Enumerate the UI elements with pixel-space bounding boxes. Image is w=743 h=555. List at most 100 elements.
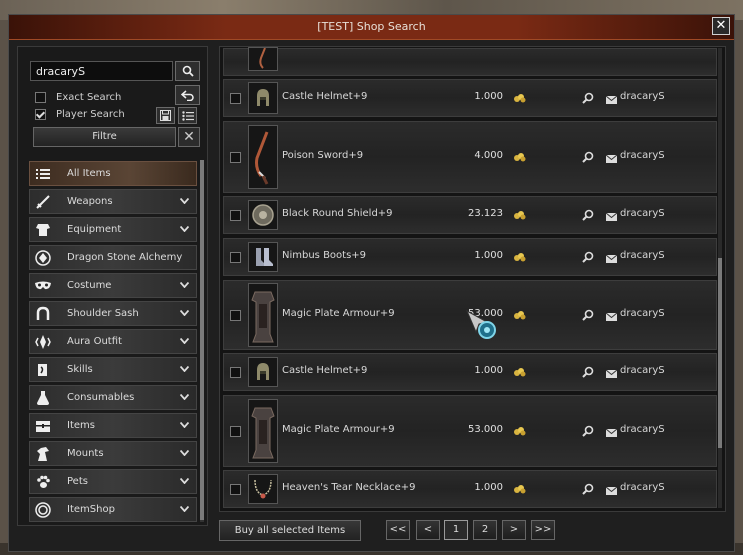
category-label: Items: [67, 420, 95, 431]
listing-row[interactable]: Castle Helmet+9 1.000 dracaryS: [223, 353, 717, 391]
category-dragon-stone-alchemy[interactable]: Dragon Stone Alchemy: [29, 245, 197, 270]
chevron-down-icon[interactable]: [179, 505, 190, 515]
search-input[interactable]: [30, 61, 173, 81]
listing-row[interactable]: Poison Sword+9 4.000 dracaryS: [223, 121, 717, 193]
inspect-icon[interactable]: [582, 425, 594, 440]
close-icon: ✕: [715, 18, 727, 33]
chevron-down-icon[interactable]: [179, 393, 190, 403]
category-items[interactable]: Items: [29, 413, 197, 438]
chevron-down-icon[interactable]: [179, 477, 190, 487]
category-all-items[interactable]: All Items: [29, 161, 197, 186]
gold-icon: [513, 367, 527, 380]
mail-icon[interactable]: [605, 94, 618, 107]
clear-filter-button[interactable]: ✕: [178, 127, 200, 147]
chevron-down-icon[interactable]: [179, 365, 190, 375]
category-label: Pets: [67, 476, 88, 487]
category-equipment[interactable]: Equipment: [29, 217, 197, 242]
row-select-checkbox[interactable]: [230, 310, 241, 321]
chest-icon: [32, 415, 54, 437]
category-costume[interactable]: Costume: [29, 273, 197, 298]
row-select-checkbox[interactable]: [230, 152, 241, 163]
row-select-checkbox[interactable]: [230, 367, 241, 378]
chevron-down-icon[interactable]: [179, 281, 190, 291]
seller-name: dracaryS: [620, 308, 665, 319]
row-select-checkbox[interactable]: [230, 484, 241, 495]
mail-icon[interactable]: [605, 368, 618, 381]
mouse-cursor: [465, 309, 500, 345]
exact-search-option[interactable]: Exact Search: [35, 90, 121, 104]
mail-icon[interactable]: [605, 211, 618, 224]
category-shoulder-sash[interactable]: Shoulder Sash: [29, 301, 197, 326]
chevron-down-icon[interactable]: [179, 309, 190, 319]
row-select-checkbox[interactable]: [230, 426, 241, 437]
listing-row[interactable]: Magic Plate Armour+9 53.000 dracaryS: [223, 395, 717, 467]
category-scrollbar-thumb[interactable]: [200, 160, 204, 520]
mail-icon[interactable]: [605, 153, 618, 166]
player-search-checkbox[interactable]: [35, 108, 46, 120]
search-button[interactable]: [175, 61, 200, 81]
exact-search-checkbox[interactable]: [35, 91, 46, 103]
listing-row[interactable]: Heaven's Tear Necklace+9 1.000 dracaryS: [223, 470, 717, 508]
category-aura-outfit[interactable]: Aura Outfit: [29, 329, 197, 354]
item-name: Nimbus Boots+9: [282, 250, 367, 261]
list-view-button[interactable]: [178, 107, 197, 124]
listing-row[interactable]: Black Round Shield+9 23.123 dracaryS: [223, 196, 717, 234]
inspect-icon[interactable]: [582, 251, 594, 266]
next-page-button[interactable]: >: [502, 520, 526, 540]
prev-page-button[interactable]: <: [416, 520, 440, 540]
category-itemshop[interactable]: ItemShop: [29, 497, 197, 522]
seller-name: dracaryS: [620, 208, 665, 219]
chevron-down-icon[interactable]: [179, 225, 190, 235]
category-consumables[interactable]: Consumables: [29, 385, 197, 410]
mask-icon: [32, 275, 54, 297]
category-label: Skills: [67, 364, 93, 375]
seller-name: dracaryS: [620, 91, 665, 102]
inspect-icon[interactable]: [582, 309, 594, 324]
category-mounts[interactable]: Mounts: [29, 441, 197, 466]
category-pets[interactable]: Pets: [29, 469, 197, 494]
close-button[interactable]: ✕: [712, 17, 730, 35]
category-skills[interactable]: Skills: [29, 357, 197, 382]
first-page-button[interactable]: <<: [386, 520, 410, 540]
page-2-button[interactable]: 2: [473, 520, 497, 540]
page-1-button[interactable]: 1: [444, 520, 468, 540]
list-icon: [32, 163, 54, 185]
row-select-checkbox[interactable]: [230, 210, 241, 221]
sword-item-icon: [248, 125, 278, 189]
mail-icon[interactable]: [605, 427, 618, 440]
item-price: 23.123: [468, 208, 503, 219]
player-search-option[interactable]: Player Search: [35, 107, 125, 121]
helmet-icon: [248, 357, 278, 387]
chevron-down-icon[interactable]: [179, 197, 190, 207]
row-select-checkbox[interactable]: [230, 93, 241, 104]
inspect-icon[interactable]: [582, 209, 594, 224]
row-select-checkbox[interactable]: [230, 252, 241, 263]
results-scrollbar-thumb[interactable]: [718, 258, 722, 448]
listing-row[interactable]: Castle Helmet+9 1.000 dracaryS: [223, 79, 717, 117]
chevron-down-icon[interactable]: [179, 337, 190, 347]
inspect-icon[interactable]: [582, 151, 594, 166]
mail-icon[interactable]: [605, 485, 618, 498]
horse-icon: [32, 443, 54, 465]
filter-button[interactable]: Filtre: [33, 127, 176, 147]
listing-row[interactable]: Nimbus Boots+9 1.000 dracaryS: [223, 238, 717, 276]
potion-icon: [32, 387, 54, 409]
chevron-down-icon[interactable]: [179, 421, 190, 431]
category-label: Equipment: [67, 224, 122, 235]
inspect-icon[interactable]: [582, 483, 594, 498]
back-button[interactable]: [175, 85, 200, 105]
mail-icon[interactable]: [605, 253, 618, 266]
buy-selected-button[interactable]: Buy all selected Items: [219, 520, 361, 541]
mail-icon[interactable]: [605, 311, 618, 324]
last-page-button[interactable]: >>: [531, 520, 555, 540]
title-bar[interactable]: [TEST] Shop Search ✕: [9, 15, 734, 40]
close-icon: ✕: [183, 129, 195, 145]
chevron-down-icon[interactable]: [179, 449, 190, 459]
necklace-icon: [248, 474, 278, 504]
book-icon: [32, 359, 54, 381]
inspect-icon[interactable]: [582, 92, 594, 107]
inspect-icon[interactable]: [582, 366, 594, 381]
category-weapons[interactable]: Weapons: [29, 189, 197, 214]
coin-icon: [32, 499, 54, 521]
save-button[interactable]: [156, 107, 175, 124]
